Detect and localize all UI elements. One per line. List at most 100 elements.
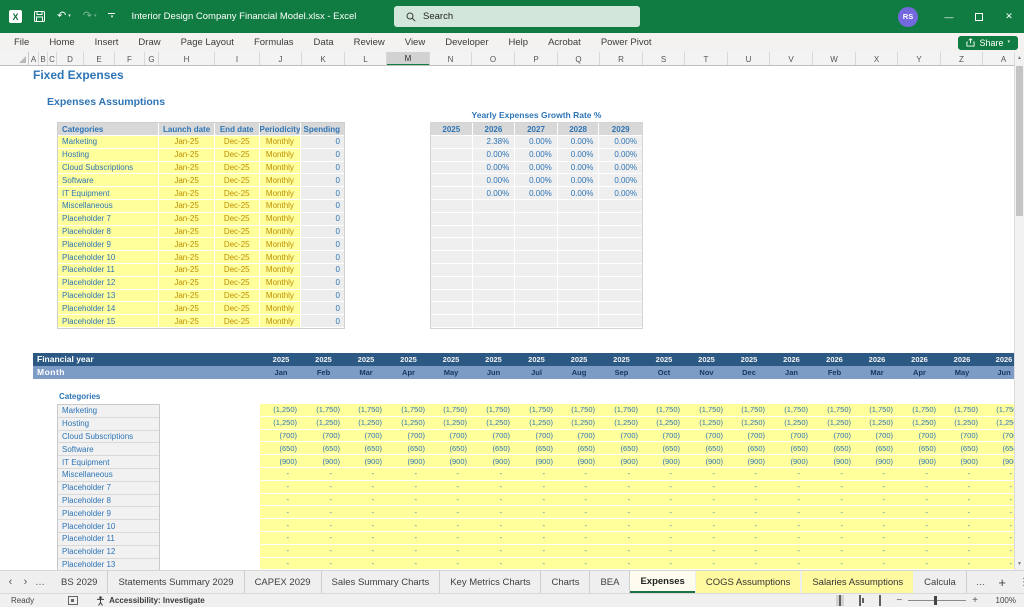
assumptions-cell[interactable]: Placeholder 13 — [58, 290, 159, 303]
zoom-slider-thumb[interactable] — [934, 596, 937, 605]
growth-table-title[interactable]: Yearly Expenses Growth Rate % — [430, 110, 643, 120]
assumptions-cell[interactable]: Monthly — [260, 174, 302, 187]
monthly-value-cell[interactable]: (700) — [856, 430, 898, 442]
column-header-W[interactable]: W — [813, 52, 856, 66]
growth-cell[interactable]: 0.00% — [558, 136, 600, 149]
assumptions-cell[interactable]: Jan-25 — [159, 290, 215, 303]
zoom-slider[interactable] — [908, 600, 966, 601]
monthly-value-cell[interactable]: (650) — [600, 442, 643, 454]
monthly-value-cell[interactable]: (1,250) — [643, 417, 685, 429]
monthly-value-cell[interactable]: (1,250) — [941, 417, 983, 429]
growth-cell[interactable] — [473, 264, 516, 277]
sheet-tab-key-metrics-charts[interactable]: Key Metrics Charts — [440, 571, 541, 593]
fy-year-cell[interactable]: 2025 — [643, 353, 685, 366]
categories-label[interactable]: Categories — [59, 390, 100, 403]
monthly-value-cell[interactable]: - — [345, 519, 387, 531]
monthly-value-cell[interactable]: - — [345, 468, 387, 480]
fy-year-cell[interactable]: 2025 — [387, 353, 430, 366]
monthly-value-cell[interactable]: (1,250) — [898, 417, 941, 429]
monthly-value-cell[interactable]: - — [260, 545, 302, 557]
assumptions-cell[interactable]: Jan-25 — [159, 277, 215, 290]
assumptions-header-categories[interactable]: Categories — [58, 123, 159, 136]
assumptions-cell[interactable]: Jan-25 — [159, 251, 215, 264]
month-cell[interactable]: Jan — [260, 366, 302, 379]
assumptions-cell[interactable]: 0 — [301, 174, 344, 187]
monthly-value-cell[interactable]: - — [941, 519, 983, 531]
column-header-C[interactable]: C — [48, 52, 57, 66]
column-header-K[interactable]: K — [302, 52, 345, 66]
category-label-placeholder-13[interactable]: Placeholder 13 — [58, 559, 159, 570]
fy-year-cell[interactable]: 2025 — [260, 353, 302, 366]
monthly-value-cell[interactable]: (1,250) — [302, 417, 345, 429]
growth-cell[interactable] — [558, 264, 600, 277]
assumptions-cell[interactable]: 0 — [301, 251, 344, 264]
month-cell[interactable]: May — [941, 366, 983, 379]
monthly-value-cell[interactable]: - — [856, 545, 898, 557]
monthly-value-cell[interactable]: (1,250) — [685, 417, 728, 429]
monthly-value-cell[interactable]: - — [643, 468, 685, 480]
growth-cell[interactable] — [558, 200, 600, 213]
monthly-value-cell[interactable]: (900) — [856, 455, 898, 467]
month-cell[interactable]: Jan — [770, 366, 813, 379]
monthly-value-cell[interactable]: - — [387, 558, 430, 570]
growth-cell[interactable] — [515, 315, 558, 328]
assumptions-cell[interactable]: 0 — [301, 136, 344, 149]
tabs-more-icon[interactable]: … — [33, 577, 48, 588]
fy-year-cell[interactable]: 2025 — [558, 353, 600, 366]
monthly-value-cell[interactable]: - — [345, 558, 387, 570]
growth-cell[interactable] — [515, 264, 558, 277]
growth-cell[interactable]: 0.00% — [558, 187, 600, 200]
ribbon-tab-power-pivot[interactable]: Power Pivot — [591, 33, 662, 52]
cell-sheet-title[interactable]: Fixed Expenses — [33, 66, 124, 84]
growth-cell[interactable] — [599, 277, 642, 290]
zoom-in-button[interactable]: + — [972, 595, 978, 606]
monthly-value-cell[interactable]: - — [856, 481, 898, 493]
growth-cell[interactable] — [558, 238, 600, 251]
category-label-software[interactable]: Software — [58, 443, 159, 456]
monthly-value-cell[interactable]: (900) — [728, 455, 770, 467]
growth-cell[interactable]: 0.00% — [599, 136, 642, 149]
growth-cell[interactable] — [431, 136, 473, 149]
save-button[interactable] — [34, 11, 45, 22]
growth-cell[interactable] — [473, 251, 516, 264]
monthly-value-cell[interactable]: (1,250) — [600, 417, 643, 429]
fy-year-cell[interactable]: 2026 — [898, 353, 941, 366]
growth-cell[interactable] — [558, 251, 600, 264]
assumptions-cell[interactable]: Placeholder 11 — [58, 264, 159, 277]
monthly-value-cell[interactable]: - — [813, 545, 856, 557]
growth-year-header[interactable]: 2026 — [473, 123, 516, 136]
monthly-value-cell[interactable]: (900) — [260, 455, 302, 467]
zoom-out-button[interactable]: − — [896, 595, 902, 606]
assumptions-cell[interactable]: Monthly — [260, 162, 302, 175]
assumptions-cell[interactable]: Dec-25 — [215, 174, 260, 187]
growth-cell[interactable] — [558, 226, 600, 239]
monthly-value-cell[interactable]: - — [302, 506, 345, 518]
financial-year-header-row[interactable]: Financial year 2025202520252025202520252… — [33, 353, 1014, 366]
assumptions-cell[interactable]: 0 — [301, 290, 344, 303]
monthly-value-cell[interactable]: - — [813, 468, 856, 480]
assumptions-cell[interactable]: Dec-25 — [215, 162, 260, 175]
category-label-placeholder-11[interactable]: Placeholder 11 — [58, 533, 159, 546]
ribbon-tab-data[interactable]: Data — [304, 33, 344, 52]
growth-cell[interactable]: 0.00% — [558, 174, 600, 187]
ribbon-tab-developer[interactable]: Developer — [435, 33, 498, 52]
monthly-value-cell[interactable]: (650) — [983, 442, 1014, 454]
growth-cell[interactable]: 0.00% — [515, 162, 558, 175]
search-box[interactable]: Search — [394, 6, 640, 27]
month-cell[interactable]: May — [430, 366, 472, 379]
growth-cell[interactable] — [431, 200, 473, 213]
monthly-value-cell[interactable]: - — [898, 545, 941, 557]
category-label-miscellaneous[interactable]: Miscellaneous — [58, 469, 159, 482]
monthly-value-cell[interactable]: - — [941, 532, 983, 544]
monthly-value-cell[interactable]: - — [856, 519, 898, 531]
fy-year-cell[interactable]: 2025 — [515, 353, 558, 366]
monthly-value-cell[interactable]: - — [302, 519, 345, 531]
monthly-value-cell[interactable]: (1,250) — [770, 417, 813, 429]
growth-cell[interactable]: 0.00% — [515, 174, 558, 187]
growth-cell[interactable] — [515, 302, 558, 315]
assumptions-cell[interactable]: Jan-25 — [159, 226, 215, 239]
growth-cell[interactable] — [431, 277, 473, 290]
monthly-value-cell[interactable]: - — [387, 481, 430, 493]
monthly-value-cell[interactable]: - — [302, 532, 345, 544]
user-avatar[interactable]: RS — [898, 7, 918, 27]
